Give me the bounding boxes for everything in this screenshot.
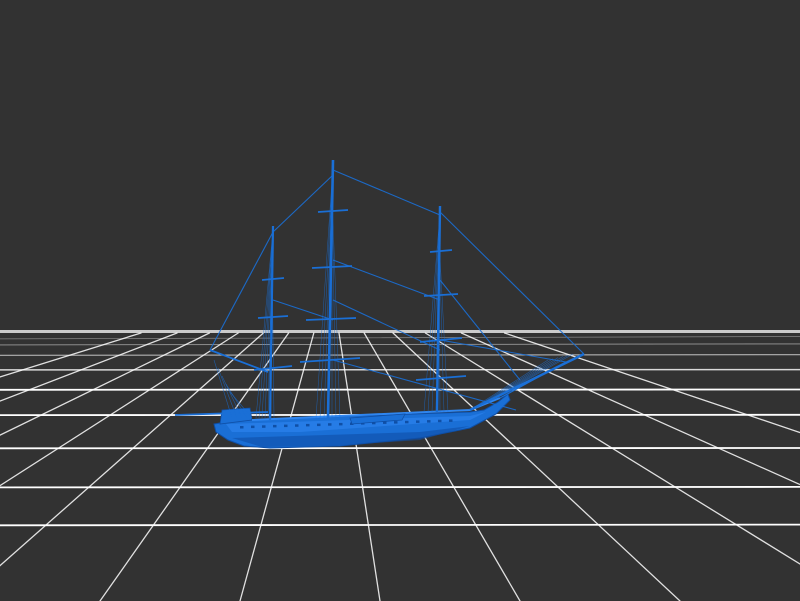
gun-port bbox=[295, 424, 299, 427]
scene-canvas[interactable] bbox=[0, 0, 800, 601]
grid-line-receding bbox=[503, 332, 800, 434]
grid-line-horizontal bbox=[0, 523, 800, 527]
grid-line-receding bbox=[0, 332, 239, 487]
grid-line-receding bbox=[0, 332, 178, 402]
stay bbox=[332, 359, 517, 411]
gun-port bbox=[262, 425, 266, 428]
ground-grid bbox=[0, 330, 800, 601]
grid-line-receding bbox=[338, 332, 381, 601]
gun-port bbox=[251, 425, 255, 429]
gun-port bbox=[240, 426, 244, 429]
grid-line-receding bbox=[0, 332, 142, 378]
bow-rigging bbox=[481, 357, 559, 405]
3d-viewport[interactable] bbox=[0, 0, 800, 601]
grid-line-horizontal bbox=[0, 343, 800, 346]
stay bbox=[332, 169, 441, 216]
grid-line-receding bbox=[460, 332, 800, 486]
stay bbox=[272, 174, 334, 233]
gun-port bbox=[317, 423, 321, 427]
gun-port bbox=[328, 423, 332, 426]
grid-line-horizontal bbox=[0, 485, 800, 489]
gun-port bbox=[394, 421, 398, 424]
gun-port bbox=[405, 420, 409, 424]
gun-port bbox=[427, 420, 431, 423]
stay bbox=[332, 299, 441, 351]
grid-line-horizontal bbox=[0, 336, 800, 340]
gun-port bbox=[438, 419, 442, 423]
yard bbox=[415, 375, 467, 381]
gun-port bbox=[284, 424, 288, 428]
shroud bbox=[331, 189, 337, 419]
grid-line-receding bbox=[0, 332, 265, 567]
gun-port bbox=[273, 424, 277, 428]
grid-line-receding bbox=[363, 332, 521, 601]
ship-model[interactable] bbox=[174, 159, 585, 449]
gun-port bbox=[306, 423, 310, 427]
grid-line-receding bbox=[0, 332, 211, 436]
grid-line-receding bbox=[424, 332, 800, 565]
gun-port bbox=[339, 422, 343, 426]
gun-port bbox=[416, 420, 420, 423]
grid-line-receding bbox=[239, 332, 315, 601]
yard bbox=[429, 249, 453, 253]
stay bbox=[332, 259, 441, 301]
yard bbox=[317, 209, 349, 213]
bow-rigging bbox=[475, 358, 554, 408]
gun-port bbox=[449, 419, 453, 422]
yard bbox=[261, 277, 285, 281]
shroud bbox=[331, 191, 341, 419]
